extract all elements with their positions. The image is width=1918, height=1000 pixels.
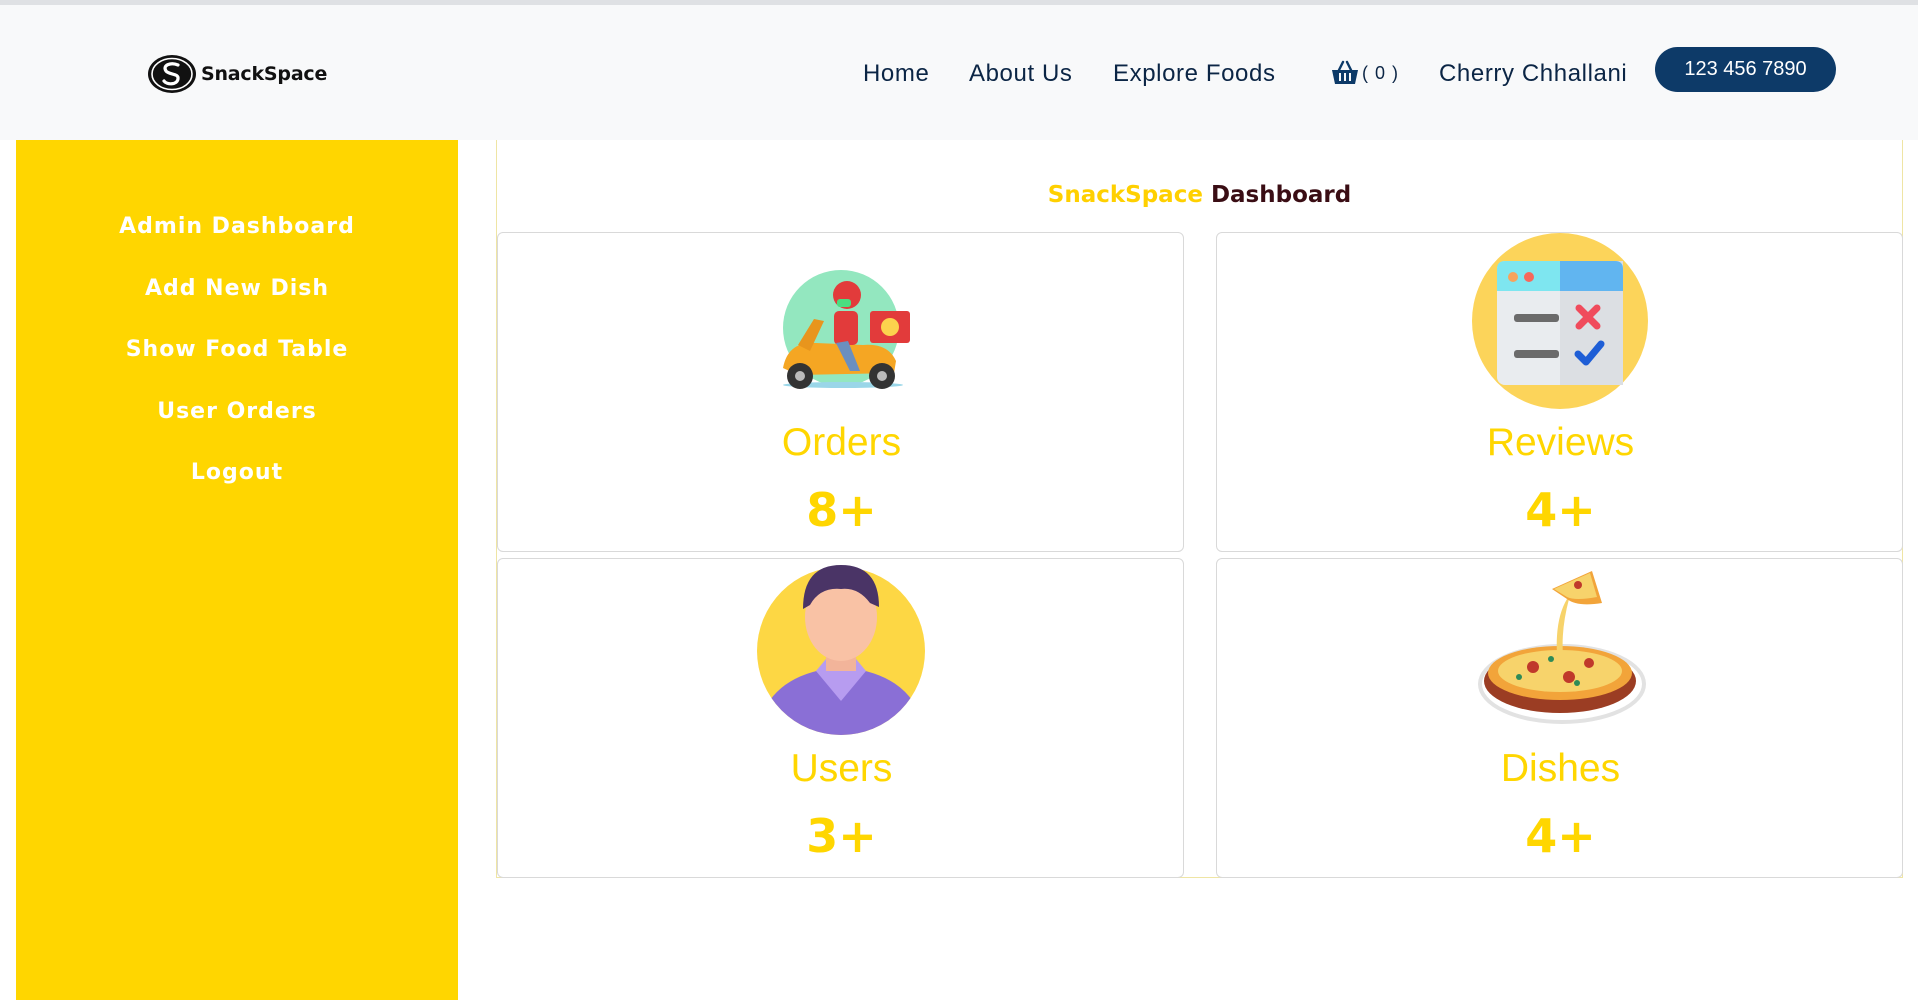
orders-card[interactable]: Orders 8+ <box>497 232 1184 552</box>
sidebar-item-user-orders[interactable]: User Orders <box>16 399 458 424</box>
dishes-card[interactable]: Dishes 4+ <box>1216 558 1903 878</box>
nav-explore-link[interactable]: Explore Foods <box>1113 60 1276 88</box>
dashboard-title-brand: SnackSpace <box>1047 182 1203 208</box>
users-card[interactable]: Users 3+ <box>497 558 1184 878</box>
sidebar-item-show-food-table[interactable]: Show Food Table <box>16 337 458 362</box>
orders-count: 8+ <box>806 483 877 537</box>
cart-count: ( 0 ) <box>1362 62 1400 83</box>
user-name[interactable]: Cherry Chhallani <box>1439 60 1627 88</box>
dishes-label: Dishes <box>1500 747 1621 790</box>
nav-about-link[interactable]: About Us <box>969 60 1073 88</box>
pizza-icon <box>1478 571 1646 724</box>
review-checklist-icon <box>1472 233 1648 409</box>
reviews-count: 4+ <box>1525 483 1596 537</box>
snackspace-logo-icon <box>148 55 196 93</box>
sidebar-item-add-new-dish[interactable]: Add New Dish <box>16 276 458 301</box>
sidebar-item-admin-dashboard[interactable]: Admin Dashboard <box>16 214 458 239</box>
dishes-count: 4+ <box>1525 809 1596 863</box>
delivery-scooter-icon <box>783 270 910 389</box>
reviews-card[interactable]: Reviews 4+ <box>1216 232 1903 552</box>
shopping-basket-icon <box>1332 60 1358 84</box>
dashboard-title: SnackSpace Dashboard <box>496 182 1903 208</box>
reviews-label: Reviews <box>1486 421 1635 464</box>
brand-name: SnackSpace <box>201 63 328 85</box>
cart-button[interactable]: ( 0 ) <box>1330 58 1399 88</box>
brand-logo[interactable]: SnackSpace <box>147 53 327 95</box>
users-count: 3+ <box>806 809 877 863</box>
sidebar-item-logout[interactable]: Logout <box>16 460 458 485</box>
user-avatar-icon <box>757 565 925 735</box>
orders-label: Orders <box>781 421 902 464</box>
users-label: Users <box>790 747 893 790</box>
sidebar: Admin Dashboard Add New Dish Show Food T… <box>16 140 458 1000</box>
phone-button[interactable]: 123 456 7890 <box>1655 47 1836 92</box>
dashboard-title-text: Dashboard <box>1202 182 1352 208</box>
nav-home-link[interactable]: Home <box>863 60 929 88</box>
